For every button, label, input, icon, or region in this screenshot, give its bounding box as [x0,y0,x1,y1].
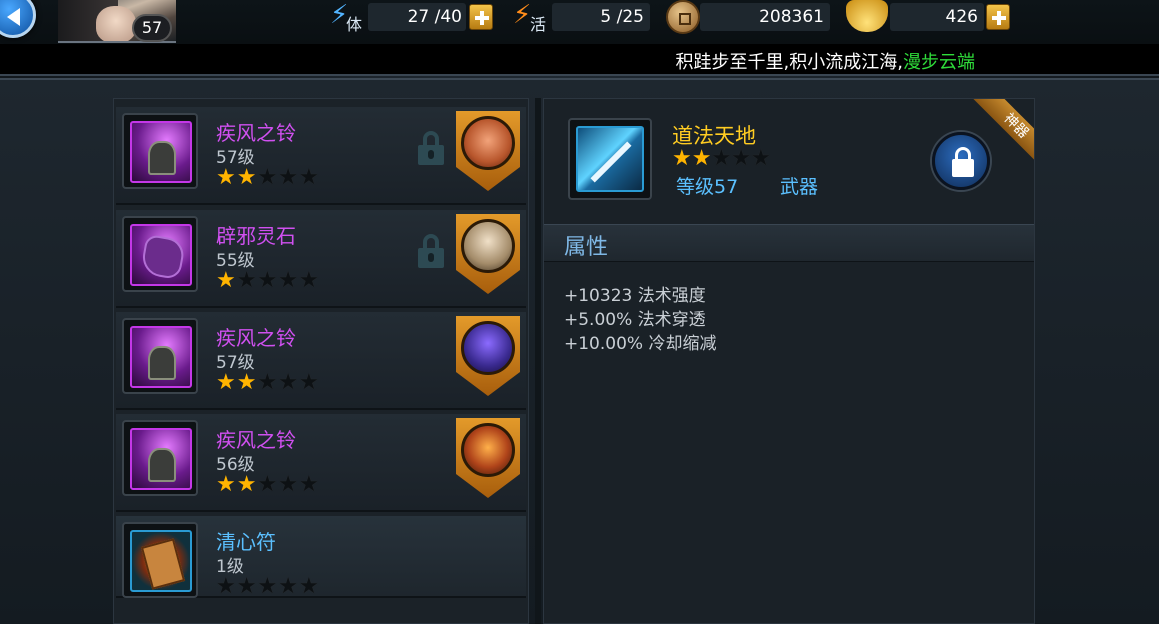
star-empty-icon: ★ [298,472,320,497]
detail-star-rating: ★★★★★ [672,146,771,171]
gold-ingot-icon [846,0,888,32]
list-item[interactable]: 疾风之铃 57级 ★★★★★ [116,107,526,205]
item-slot [122,113,198,189]
star-filled-icon: ★ [216,268,237,293]
coin-value: 208361 [700,3,830,31]
gold-value: 426 [890,3,984,31]
announcement-bar: 积跬步至千里,积小流成江海, 漫步云端 [0,44,1159,76]
hero-badge[interactable] [456,111,520,191]
star-empty-icon: ★ [257,268,279,293]
star-rating: ★★★★★ [216,472,320,497]
list-item[interactable]: 清心符 1级 ★★★★★ [116,516,526,599]
hero-badge[interactable] [456,418,520,498]
player-level-badge: 57 [132,14,172,42]
item-slot [122,216,198,292]
stamina-value: 27 /40 [368,3,466,31]
stamina-label: 体 [346,15,363,34]
attributes-header: 属性 [544,224,1034,262]
add-stamina-button[interactable] [469,4,493,30]
vitality-value: 5 /25 [552,3,650,31]
star-empty-icon: ★ [236,268,258,293]
star-rating: ★★★★★ [216,165,320,190]
item-name: 疾风之铃 [216,326,296,350]
star-empty-icon: ★ [731,146,751,171]
star-empty-icon: ★ [750,146,771,171]
star-filled-icon: ★ [236,472,258,497]
top-bar: 57 ⚡ 体 27 /40 ⚡ 活 5 /25 208361 426 [0,0,1159,44]
star-rating: ★★★★★ [216,574,320,599]
star-empty-icon: ★ [711,146,732,171]
star-filled-icon: ★ [216,472,237,497]
attribute-line: +10323 法术强度 [564,286,706,306]
bell-icon [130,326,192,388]
star-empty-icon: ★ [298,165,320,190]
charm-icon [130,530,192,592]
star-empty-icon: ★ [257,165,279,190]
star-empty-icon: ★ [298,370,320,395]
vitality-label: 活 [530,15,547,34]
item-name: 疾风之铃 [216,428,296,452]
list-item[interactable]: 疾风之铃 57级 ★★★★★ [116,312,526,410]
announcement-text: 积跬步至千里,积小流成江海, [675,52,903,73]
announcement-highlight: 漫步云端 [903,52,975,73]
item-name: 疾风之铃 [216,121,296,145]
star-empty-icon: ★ [278,268,299,293]
item-slot [122,318,198,394]
star-filled-icon: ★ [672,146,692,171]
star-empty-icon: ★ [278,165,299,190]
coin-icon [666,0,700,34]
sword-icon [576,126,644,192]
back-arrow-icon[interactable] [0,0,36,38]
star-filled-icon: ★ [216,370,237,395]
star-rating: ★★★★★ [216,268,320,293]
lock-icon[interactable] [418,131,444,165]
list-item[interactable]: 疾风之铃 56级 ★★★★★ [116,414,526,512]
hero-badge[interactable] [456,316,520,396]
star-empty-icon: ★ [257,370,279,395]
star-empty-icon: ★ [216,574,237,599]
add-gold-button[interactable] [986,4,1010,30]
item-name: 清心符 [216,530,276,554]
detail-item-level: 等级57 [676,176,739,198]
item-slot [122,522,198,598]
star-empty-icon: ★ [257,472,279,497]
bell-icon [130,428,192,490]
attributes-title: 属性 [564,235,609,260]
artifact-ribbon-label: 神器 [972,99,1034,161]
stone-icon [130,224,192,286]
item-slot [122,420,198,496]
star-rating: ★★★★★ [216,370,320,395]
hero-badge[interactable] [456,214,520,294]
star-empty-icon: ★ [236,574,258,599]
item-name: 辟邪灵石 [216,224,296,248]
artifact-ribbon: 神器 [972,99,1034,161]
bell-icon [130,121,192,183]
star-empty-icon: ★ [298,574,320,599]
star-empty-icon: ★ [298,268,320,293]
star-empty-icon: ★ [278,574,299,599]
star-filled-icon: ★ [236,165,258,190]
star-empty-icon: ★ [278,472,299,497]
attribute-line: +10.00% 冷却缩减 [564,334,717,354]
star-filled-icon: ★ [236,370,258,395]
lock-icon[interactable] [418,234,444,268]
attribute-line: +5.00% 法术穿透 [564,310,706,330]
star-empty-icon: ★ [257,574,279,599]
star-empty-icon: ★ [278,370,299,395]
detail-item-slot [568,118,652,200]
detail-item-type: 武器 [780,176,819,198]
star-filled-icon: ★ [691,146,712,171]
star-filled-icon: ★ [216,165,237,190]
list-item[interactable]: 辟邪灵石 55级 ★★★★★ [116,210,526,308]
